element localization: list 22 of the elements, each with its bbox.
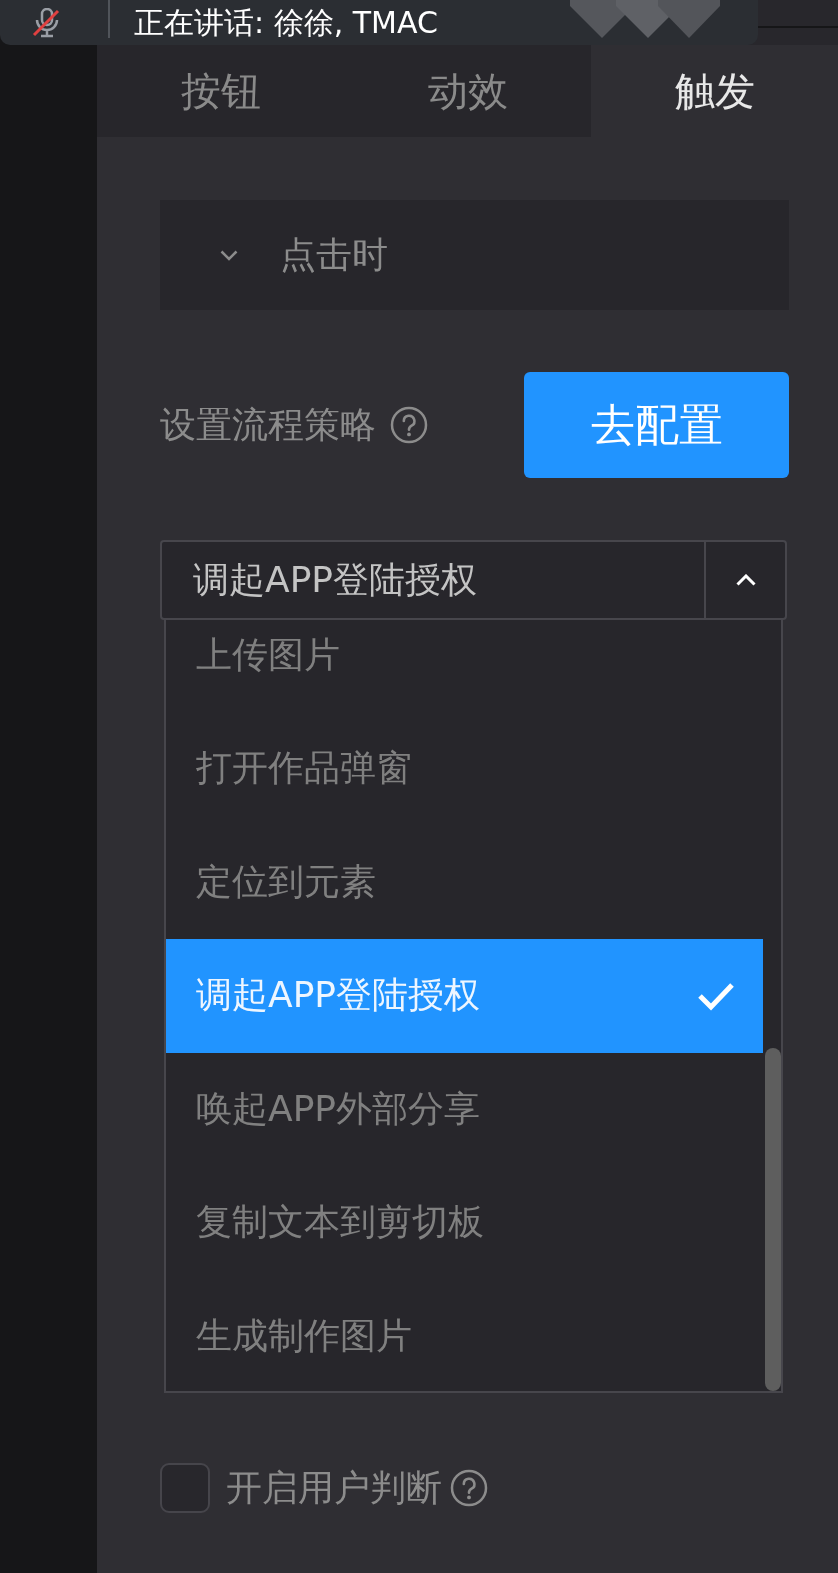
- dropdown-option[interactable]: 复制文本到剪切板: [166, 1166, 763, 1280]
- checkbox[interactable]: [160, 1463, 210, 1513]
- collapse-header[interactable]: 点击时: [160, 200, 789, 310]
- dropdown-option[interactable]: 调起APP登陆授权: [166, 939, 763, 1053]
- scrollbar-thumb[interactable]: [765, 1048, 781, 1391]
- strategy-label: 设置流程策略: [160, 402, 376, 447]
- dropdown-option[interactable]: 定位到元素: [166, 825, 763, 939]
- configure-button[interactable]: 去配置: [524, 372, 789, 478]
- avatar-placeholder: [658, 0, 720, 38]
- chevron-down-icon: [220, 249, 238, 261]
- caret-up-icon: [735, 574, 756, 586]
- checkbox-label: 开启用户判断: [226, 1465, 442, 1510]
- tab[interactable]: 动效: [344, 45, 591, 137]
- dropdown-option[interactable]: 打开作品弹窗: [166, 712, 763, 826]
- help-icon[interactable]: [450, 1469, 488, 1507]
- tab[interactable]: 按钮: [97, 45, 344, 137]
- dropdown-option[interactable]: 生成制作图片: [166, 1279, 763, 1393]
- action-select[interactable]: 调起APP登陆授权: [160, 540, 787, 620]
- help-icon[interactable]: [390, 406, 428, 444]
- speaker-text: 正在讲话: 徐徐, TMAC: [134, 3, 438, 42]
- dropdown-option[interactable]: 唤起APP外部分享: [166, 1052, 763, 1166]
- dropdown-option[interactable]: 上传图片: [166, 620, 763, 712]
